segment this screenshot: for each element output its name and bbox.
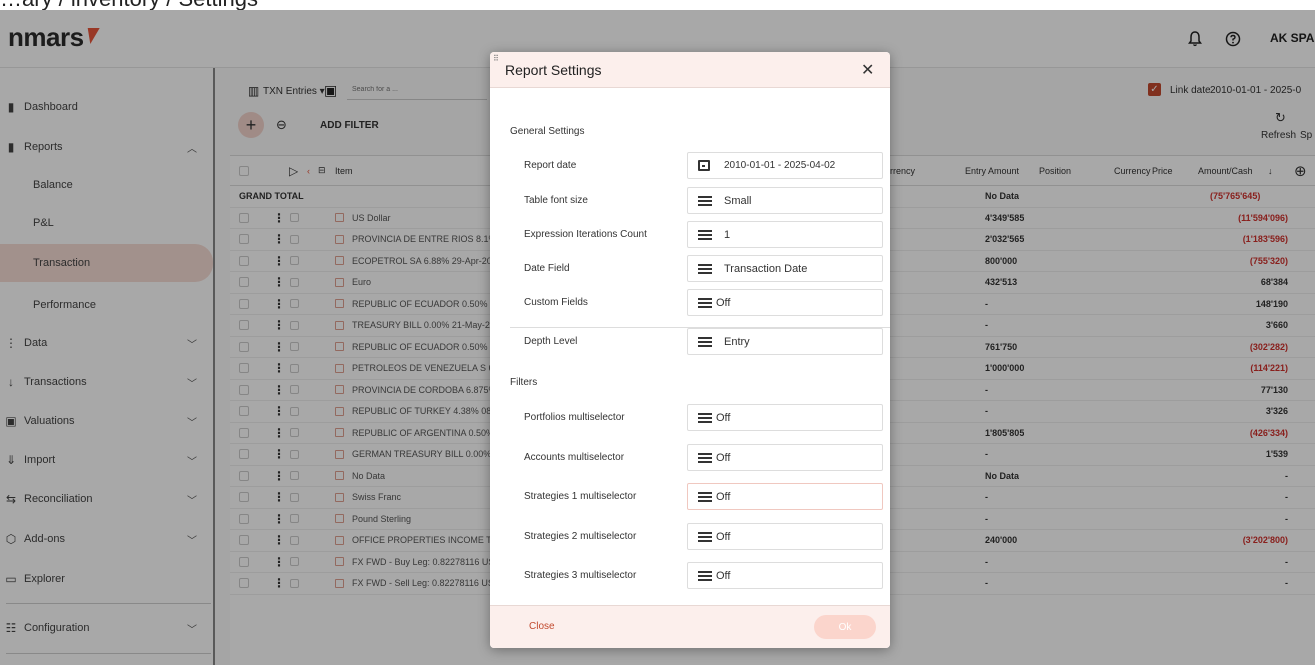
- field-value: 2010-01-01 - 2025-04-02: [724, 160, 836, 171]
- menu-icon: [698, 297, 712, 308]
- field-value: Off: [716, 490, 731, 503]
- strategies-1-multiselector[interactable]: Off: [687, 483, 883, 510]
- dialog-header: ⠿ Report Settings ✕: [490, 52, 890, 88]
- custom-fields-select[interactable]: Off: [687, 289, 883, 316]
- report-date-field[interactable]: 2010-01-01 - 2025-04-02: [687, 152, 883, 179]
- field-label: Strategies 1 multiselector: [524, 491, 637, 502]
- expression-iterations-field[interactable]: 1: [687, 221, 883, 248]
- menu-icon: [698, 531, 712, 542]
- report-settings-dialog: ⠿ Report Settings ✕ General Settings Rep…: [490, 52, 890, 648]
- calendar-icon: [698, 160, 710, 171]
- field-value: Off: [716, 451, 731, 464]
- menu-icon: [698, 263, 712, 274]
- dialog-footer: Close Ok: [490, 605, 890, 648]
- date-field-select[interactable]: Transaction Date: [687, 255, 883, 282]
- depth-level-select[interactable]: Entry: [687, 328, 883, 355]
- field-value: 1: [724, 228, 731, 241]
- menu-icon: [698, 336, 712, 347]
- menu-icon: [698, 570, 712, 581]
- field-value: Transaction Date: [724, 262, 808, 275]
- accounts-multiselector[interactable]: Off: [687, 444, 883, 471]
- field-value: Off: [716, 569, 731, 582]
- menu-icon: [698, 452, 712, 463]
- strategies-3-multiselector[interactable]: Off: [687, 562, 883, 589]
- field-value: Off: [716, 530, 731, 543]
- menu-icon: [698, 491, 712, 502]
- field-label: Accounts multiselector: [524, 452, 625, 463]
- ok-button[interactable]: Ok: [814, 615, 876, 639]
- general-settings-heading: General Settings: [510, 126, 585, 137]
- table-font-size-select[interactable]: Small: [687, 187, 883, 214]
- portfolios-multiselector[interactable]: Off: [687, 404, 883, 431]
- drag-handle-icon[interactable]: ⠿: [493, 55, 499, 63]
- field-label: Strategies 3 multiselector: [524, 570, 637, 581]
- field-value: Off: [716, 411, 731, 424]
- close-button[interactable]: Close: [529, 621, 555, 632]
- dialog-title: Report Settings: [505, 62, 602, 78]
- window-title-strip: …ary / inventory / Settings: [0, 0, 1315, 10]
- field-label: Depth Level: [524, 336, 578, 347]
- window-title-text: …ary / inventory / Settings: [0, 0, 258, 10]
- field-value: Entry: [724, 335, 750, 348]
- strategies-2-multiselector[interactable]: Off: [687, 523, 883, 550]
- menu-icon: [698, 229, 712, 240]
- field-label: Portfolios multiselector: [524, 412, 625, 423]
- menu-icon: [698, 195, 712, 206]
- field-value: Off: [716, 296, 731, 309]
- field-label: Date Field: [524, 263, 570, 274]
- field-value: Small: [724, 194, 752, 207]
- field-label: Strategies 2 multiselector: [524, 531, 637, 542]
- field-label: Report date: [524, 160, 577, 171]
- field-label: Expression Iterations Count: [524, 229, 647, 240]
- field-label: Custom Fields: [524, 297, 588, 308]
- filters-heading: Filters: [510, 377, 538, 388]
- close-icon[interactable]: ✕: [861, 60, 874, 80]
- field-label: Table font size: [524, 195, 588, 206]
- menu-icon: [698, 412, 712, 423]
